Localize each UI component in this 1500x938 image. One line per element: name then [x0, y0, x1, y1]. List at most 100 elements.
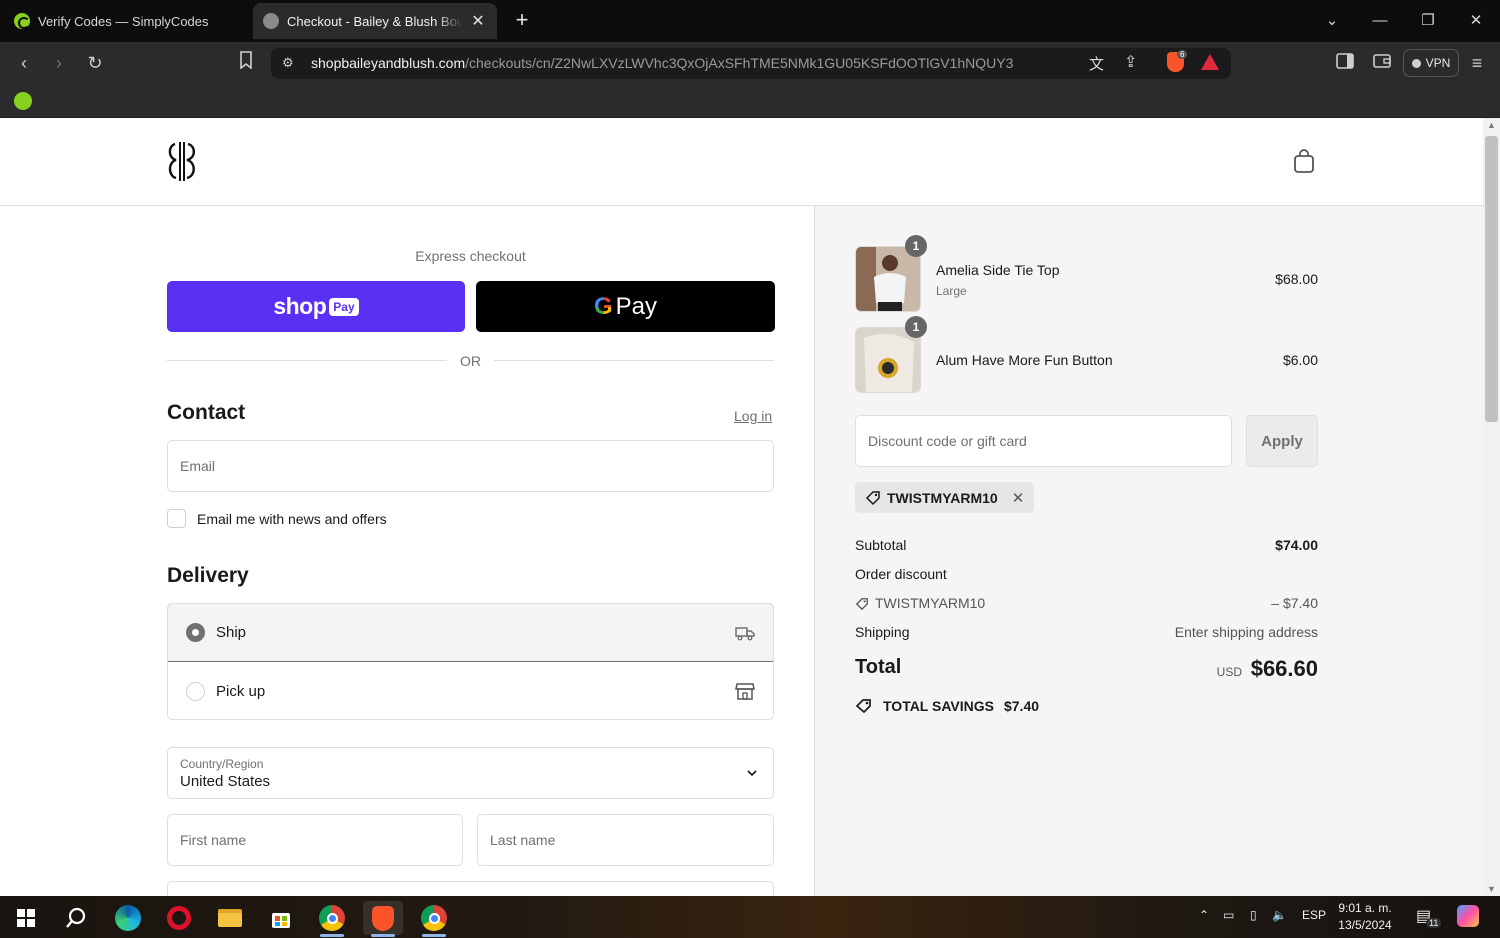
- remove-discount-icon[interactable]: ✕: [1012, 489, 1025, 507]
- product-price: $6.00: [1282, 352, 1318, 368]
- shop-pay-button[interactable]: shop Pay: [167, 281, 465, 332]
- order-summary: 1 Amelia Side Tie Top Large $68.00 1 Alu…: [814, 206, 1483, 896]
- menu-icon[interactable]: ≡: [1465, 51, 1489, 75]
- subtotal-label: Subtotal: [855, 537, 907, 553]
- subtotal-row: Subtotal $74.00: [855, 537, 1318, 557]
- back-icon[interactable]: ‹: [12, 51, 36, 75]
- contact-heading: Contact: [167, 401, 246, 424]
- edge-icon[interactable]: [108, 901, 148, 935]
- site-settings-icon[interactable]: ⚙: [282, 55, 294, 71]
- share-icon[interactable]: ⇪: [1124, 52, 1137, 72]
- chrome-icon[interactable]: [414, 901, 454, 937]
- address-bar[interactable]: ⚙ shopbaileyandblush.com/checkouts/cn/Z2…: [271, 48, 1231, 79]
- close-window-button[interactable]: ✕: [1463, 8, 1489, 34]
- newsletter-checkbox[interactable]: [167, 509, 186, 528]
- url-text[interactable]: shopbaileyandblush.com/checkouts/cn/Z2Nw…: [311, 55, 1013, 71]
- cart-bag-icon[interactable]: [1293, 148, 1315, 174]
- tab-search-chevron-icon[interactable]: ⌄: [1319, 8, 1345, 34]
- tab-title: Checkout - Bailey & Blush Boutique: [287, 13, 463, 29]
- sidebar-icon[interactable]: [1333, 51, 1357, 75]
- file-explorer-icon[interactable]: [210, 901, 250, 935]
- network-icon[interactable]: ▭: [1223, 908, 1234, 922]
- first-name-field[interactable]: First name: [167, 814, 463, 866]
- newsletter-label[interactable]: Email me with news and offers: [197, 511, 387, 527]
- total-label: Total: [855, 656, 902, 678]
- discount-placeholder: Discount code or gift card: [868, 433, 1027, 449]
- product-variant: Large: [936, 284, 967, 298]
- ship-label: Ship: [216, 624, 247, 641]
- translate-icon[interactable]: 文: [1089, 53, 1104, 74]
- volume-icon[interactable]: 🔈: [1272, 908, 1287, 922]
- shop-pay-pill: Pay: [329, 297, 359, 316]
- total-currency: USD: [1216, 665, 1242, 679]
- checkout-header: [0, 118, 1483, 206]
- search-icon[interactable]: [56, 901, 96, 935]
- total-row: Total USD $66.60: [855, 656, 1318, 686]
- google-pay-button[interactable]: G Pay: [476, 281, 775, 332]
- device-icon[interactable]: ▯: [1250, 908, 1257, 922]
- shop-pay-wordmark: shop: [273, 293, 327, 319]
- wallet-icon[interactable]: [1370, 51, 1394, 75]
- minimize-button[interactable]: —: [1367, 8, 1393, 34]
- brave-rewards-icon[interactable]: [1201, 54, 1219, 70]
- restore-button[interactable]: ❐: [1415, 8, 1441, 34]
- new-tab-button[interactable]: +: [510, 9, 534, 33]
- google-g-icon: G: [593, 292, 613, 320]
- tab-title: Verify Codes — SimplyCodes: [38, 13, 209, 29]
- simplycodes-extension-icon[interactable]: [14, 92, 32, 110]
- tab-checkout[interactable]: Checkout - Bailey & Blush Boutique ✕: [253, 3, 497, 39]
- express-checkout-label: Express checkout: [415, 248, 526, 264]
- browser-tab-bar: Verify Codes — SimplyCodes Checkout - Ba…: [0, 0, 1500, 42]
- scroll-down-icon[interactable]: ▼: [1486, 884, 1497, 894]
- windows-start-icon[interactable]: [6, 901, 46, 935]
- bookmark-icon[interactable]: [234, 51, 258, 75]
- email-field[interactable]: Email: [167, 440, 774, 492]
- brave-browser-icon[interactable]: [363, 901, 403, 937]
- gpay-label: Pay: [615, 292, 658, 320]
- pickup-radio[interactable]: [186, 681, 205, 701]
- scroll-thumb[interactable]: [1485, 136, 1498, 422]
- opera-icon[interactable]: [159, 901, 199, 935]
- savings-label: TOTAL SAVINGS: [883, 698, 994, 714]
- delivery-option-ship[interactable]: Ship: [168, 604, 773, 662]
- product-name: Amelia Side Tie Top: [936, 262, 1060, 278]
- last-name-field[interactable]: Last name: [477, 814, 774, 866]
- discount-code-name: TWISTMYARM10: [875, 595, 986, 611]
- forward-icon[interactable]: ›: [47, 51, 71, 75]
- system-clock[interactable]: 9:01 a. m. 13/5/2024: [1334, 900, 1396, 934]
- order-discount-label: Order discount: [855, 566, 947, 582]
- delivery-option-pickup[interactable]: Pick up: [168, 662, 773, 719]
- discount-code-input[interactable]: Discount code or gift card: [855, 415, 1232, 467]
- order-discount-row: Order discount: [855, 566, 1318, 586]
- shields-count-badge: 6: [1177, 50, 1188, 59]
- copilot-icon[interactable]: [1457, 905, 1479, 927]
- country-value: United States: [180, 772, 271, 790]
- discount-amount: – $7.40: [1271, 595, 1318, 611]
- page-scrollbar[interactable]: ▲ ▼: [1483, 118, 1500, 896]
- savings-tag-icon: [855, 699, 871, 714]
- tray-chevron-up-icon[interactable]: ⌃: [1199, 908, 1209, 922]
- store-logo[interactable]: [166, 140, 198, 182]
- tab-verify-codes[interactable]: Verify Codes — SimplyCodes: [4, 3, 248, 39]
- clock-date: 13/5/2024: [1338, 918, 1392, 932]
- reload-icon[interactable]: ↻: [83, 51, 107, 75]
- subtotal-value: $74.00: [1275, 537, 1318, 553]
- savings-value: $7.40: [1003, 698, 1040, 714]
- ship-radio[interactable]: [186, 623, 205, 642]
- chrome-profile-icon[interactable]: [312, 901, 352, 937]
- vpn-button[interactable]: VPN: [1403, 49, 1459, 77]
- last-name-placeholder: Last name: [490, 832, 556, 848]
- email-placeholder: Email: [180, 458, 216, 474]
- scroll-up-icon[interactable]: ▲: [1486, 120, 1497, 130]
- country-select[interactable]: Country/Region United States: [167, 747, 774, 799]
- close-tab-icon[interactable]: ✕: [469, 12, 487, 30]
- total-savings-row: TOTAL SAVINGS $7.40: [855, 696, 1039, 716]
- log-in-link[interactable]: Log in: [734, 408, 772, 424]
- address-field[interactable]: [167, 881, 774, 896]
- apply-discount-button[interactable]: Apply: [1246, 415, 1318, 467]
- windows-taskbar: ⌃ ▭ ▯ 🔈 ESP 9:01 a. m. 13/5/2024 ▤ 11: [0, 896, 1500, 938]
- total-amount: $66.60: [1250, 656, 1318, 681]
- quantity-badge: 1: [905, 316, 927, 338]
- microsoft-store-icon[interactable]: [261, 901, 301, 935]
- language-indicator[interactable]: ESP: [1302, 908, 1326, 922]
